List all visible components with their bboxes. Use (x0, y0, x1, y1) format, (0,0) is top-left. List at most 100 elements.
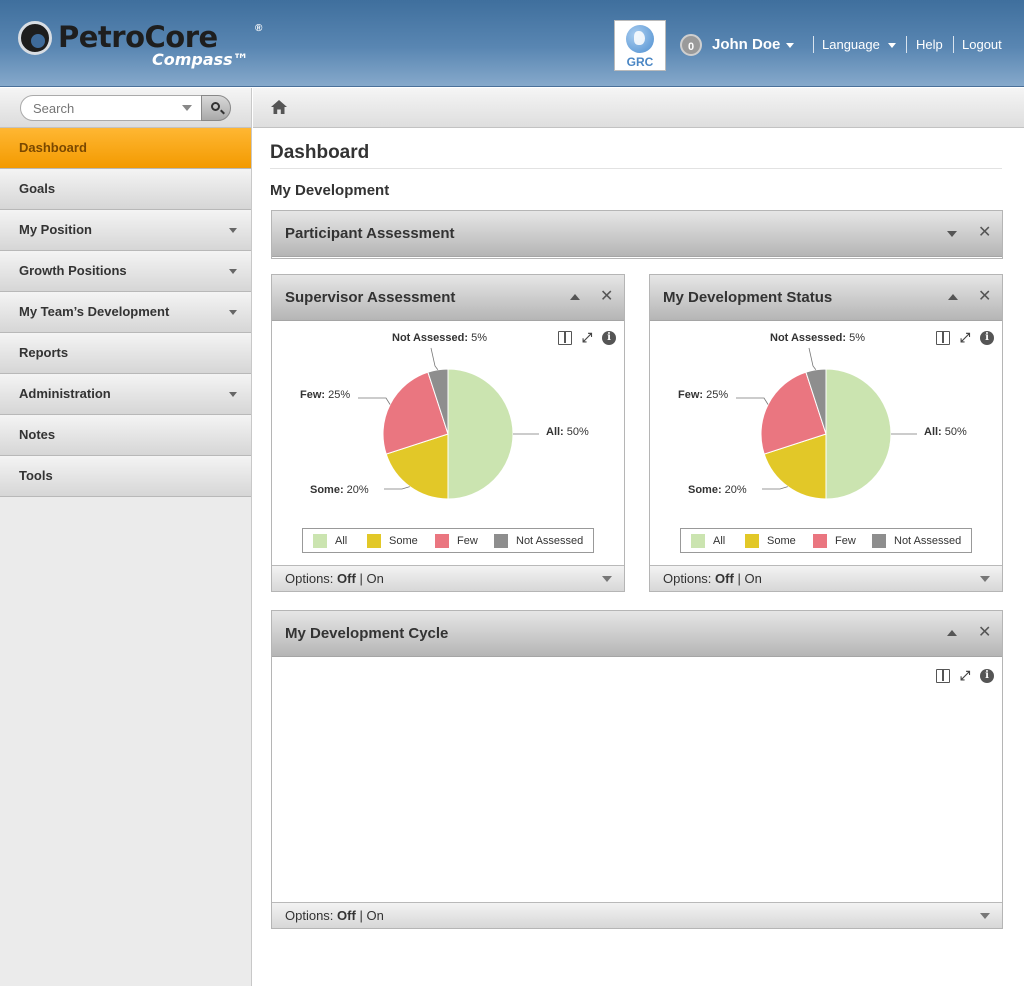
legend-label: Few (457, 535, 478, 547)
columns-icon[interactable] (936, 668, 950, 683)
legend-item-not-assessed[interactable]: Not Assessed (872, 534, 961, 548)
search-icon (211, 102, 220, 111)
search-dropdown-icon[interactable] (182, 105, 192, 111)
sidebar-item-reports[interactable]: Reports (0, 333, 251, 374)
sidebar-item-label: Administration (19, 386, 111, 401)
sidebar-item-administration[interactable]: Administration (0, 374, 251, 415)
data-label: Not Assessed: 5% (392, 332, 487, 344)
chevron-down-icon (229, 228, 237, 233)
legend-swatch (745, 534, 759, 548)
help-link[interactable]: Help (916, 37, 943, 52)
petrocore-logo[interactable]: PetroCore ® Compass™ (18, 20, 288, 70)
panel-options-bar: Options: Off | On (650, 565, 1002, 591)
chevron-down-icon[interactable] (980, 913, 990, 919)
my-development-status-pie-chart: All: 50% Some: 20% Few: 25% Not Assessed: 5… (678, 332, 967, 500)
panel-title: My Development Cycle (285, 625, 449, 642)
legend-item-some[interactable]: Some (367, 534, 418, 548)
data-label: Few: 25% (300, 389, 350, 401)
legend-swatch (435, 534, 449, 548)
legend-item-few[interactable]: Few (435, 534, 478, 548)
chart-legend: All Some Few Not Assessed (302, 528, 594, 553)
collapse-panel-icon[interactable] (948, 294, 958, 300)
legend-item-some[interactable]: Some (745, 534, 796, 548)
grc-label: GRC (626, 55, 654, 69)
user-menu[interactable]: John Doe (712, 36, 795, 53)
chevron-down-icon (229, 310, 237, 315)
data-label: All: 50% (546, 426, 589, 438)
info-icon[interactable]: i (980, 668, 994, 683)
sidebar-item-label: Reports (19, 345, 69, 360)
legend-item-few[interactable]: Few (813, 534, 856, 548)
data-label: Some: 20% (688, 484, 747, 496)
section-title: My Development (270, 182, 390, 199)
legend-swatch (494, 534, 508, 548)
page-title: Dashboard (270, 142, 370, 163)
chart-toolbar: ⤢ i (928, 667, 994, 683)
chevron-down-icon (229, 269, 237, 274)
options-on[interactable]: On (366, 908, 383, 923)
sidebar-item-label: Tools (19, 468, 53, 483)
chevron-down-icon[interactable] (602, 576, 612, 582)
sidebar-item-notes[interactable]: Notes (0, 415, 251, 456)
chevron-down-icon[interactable] (980, 576, 990, 582)
options-on[interactable]: On (744, 571, 761, 586)
legend-swatch (313, 534, 327, 548)
search-input[interactable] (20, 95, 202, 121)
close-icon[interactable]: ✕ (978, 625, 991, 641)
globe-icon (626, 25, 654, 53)
legend-item-not-assessed[interactable]: Not Assessed (494, 534, 583, 548)
close-icon[interactable]: ✕ (600, 289, 613, 305)
panel-header: Supervisor Assessment ✕ (272, 275, 624, 321)
panel-header: Participant Assessment ✕ (272, 211, 1002, 257)
options-separator: | (359, 908, 363, 923)
panel-title: Supervisor Assessment (285, 289, 456, 306)
sidebar-item-label: Notes (19, 427, 56, 442)
close-icon[interactable]: ✕ (978, 225, 991, 241)
sidebar-item-my-teams-development[interactable]: My Team’s Development (0, 292, 251, 333)
logout-link[interactable]: Logout (962, 37, 1002, 52)
sidebar-item-growth-positions[interactable]: Growth Positions (0, 251, 251, 292)
close-icon[interactable]: ✕ (978, 289, 991, 305)
fullscreen-icon[interactable]: ⤢ (958, 668, 972, 683)
grc-button[interactable]: GRC (614, 20, 666, 71)
options-off[interactable]: Off (715, 571, 734, 586)
legend-item-all[interactable]: All (313, 534, 347, 548)
my-development-cycle-panel: My Development Cycle ✕ ⤢ i Options: Off |… (271, 610, 1003, 929)
pie-slice-all[interactable] (825, 368, 892, 500)
expand-panel-icon[interactable] (947, 231, 957, 237)
legend-label: Not Assessed (516, 535, 584, 547)
search-button[interactable] (201, 95, 231, 121)
logo-mark-icon (18, 21, 52, 55)
nav-divider (813, 36, 814, 53)
supervisor-assessment-panel: Supervisor Assessment ✕ ⤢ i All: 50% Some:… (271, 274, 625, 592)
sidebar-item-dashboard[interactable]: Dashboard (0, 128, 251, 169)
home-icon[interactable] (271, 100, 287, 114)
sidebar-item-label: Growth Positions (19, 263, 127, 278)
options-separator: | (359, 571, 363, 586)
supervisor-assessment-pie-chart: All: 50% Some: 20% Few: 25% Not Assessed: 5… (300, 332, 589, 500)
sidebar-item-label: My Team’s Development (19, 304, 170, 319)
breadcrumb (253, 88, 1024, 128)
options-on[interactable]: On (366, 571, 383, 586)
nav-divider (953, 36, 954, 53)
pie-slice-all[interactable] (447, 368, 514, 500)
sidebar-item-goals[interactable]: Goals (0, 169, 251, 210)
options-off[interactable]: Off (337, 571, 356, 586)
leader-line (430, 347, 439, 371)
legend-swatch (691, 534, 705, 548)
sidebar-item-tools[interactable]: Tools (0, 456, 251, 497)
options-separator: | (737, 571, 741, 586)
sidebar-item-my-position[interactable]: My Position (0, 210, 251, 251)
legend-swatch (813, 534, 827, 548)
logo-registered-mark: ® (255, 23, 263, 34)
legend-swatch (872, 534, 886, 548)
options-off[interactable]: Off (337, 908, 356, 923)
legend-item-all[interactable]: All (691, 534, 725, 548)
collapse-panel-icon[interactable] (947, 630, 957, 636)
sidebar: Dashboard Goals My Position Growth Posit… (0, 88, 252, 986)
notification-badge[interactable]: 0 (680, 34, 702, 56)
legend-label: Some (767, 535, 796, 547)
collapse-panel-icon[interactable] (570, 294, 580, 300)
language-menu[interactable]: Language (822, 37, 896, 52)
options-label: Options: (285, 908, 334, 923)
